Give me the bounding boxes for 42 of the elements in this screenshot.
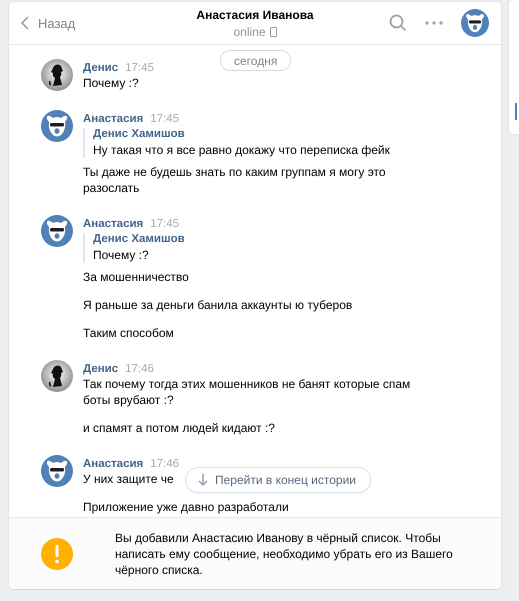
chat-title: Анастасия Иванова: [196, 8, 314, 22]
message-text: За мошенничество: [83, 269, 189, 285]
author-name[interactable]: Анастасия: [83, 458, 144, 470]
message-time: 17:45: [125, 62, 154, 74]
chevron-left-icon: [21, 16, 29, 30]
quote-text: Ну такая что я все равно докажу что переписка фейк: [93, 142, 390, 158]
warning-icon: [41, 538, 73, 570]
message-text: Приложение уже давно разработали: [83, 499, 289, 515]
silhouette-avatar[interactable]: [41, 360, 73, 392]
date-separator: сегодня: [220, 50, 292, 71]
message-text: Ты даже не будешь знать по каким группам я могу это разослать: [83, 164, 387, 196]
message-text: Так почему тогда этих мошенников не банят которые спам боты врубают :?: [83, 376, 412, 408]
quote-author[interactable]: Денис Хамишов: [93, 233, 185, 245]
side-marker: [515, 103, 517, 120]
silhouette-avatar[interactable]: [41, 59, 73, 91]
back-link[interactable]: Назад: [21, 16, 171, 30]
quote-author[interactable]: Денис Хамишов: [93, 128, 390, 140]
bear-avatar[interactable]: [41, 215, 73, 247]
message-text: Таким способом: [83, 325, 174, 341]
bear-avatar[interactable]: [41, 110, 73, 142]
message-time: 17:45: [150, 218, 180, 230]
arrow-down-icon: [198, 474, 208, 486]
jump-to-end-button[interactable]: Перейти в конец истории: [185, 467, 371, 493]
more-button[interactable]: [425, 21, 443, 25]
message-time: 17:46: [150, 458, 180, 470]
blacklist-notice: Вы добавили Анастасию Иванову в чёрный список. Чтобы написать ему сообщение, необходимо убрать его из Вашего чёрного списка.: [115, 530, 454, 578]
message-time: 17:46: [125, 363, 154, 375]
search-button[interactable]: [389, 14, 407, 32]
phone-icon: [270, 26, 277, 36]
message-text: и спамят а потом людей кидают :?: [83, 420, 275, 436]
message-text: Я раньше за деньги банила аккаунты ю туберов: [83, 297, 352, 313]
author-name[interactable]: Денис: [83, 363, 118, 375]
message-time: 17:45: [150, 113, 180, 125]
author-name[interactable]: Анастасия: [83, 113, 144, 125]
bear-avatar[interactable]: [41, 455, 73, 487]
author-name[interactable]: Денис: [83, 62, 118, 74]
online-status: online: [233, 24, 266, 38]
author-name[interactable]: Анастасия: [83, 218, 144, 230]
quote-text: Почему :?: [93, 247, 150, 263]
message-text: У них защите че: [83, 471, 174, 487]
message-text: Почему :?: [83, 75, 139, 91]
contact-avatar[interactable]: [461, 9, 489, 37]
